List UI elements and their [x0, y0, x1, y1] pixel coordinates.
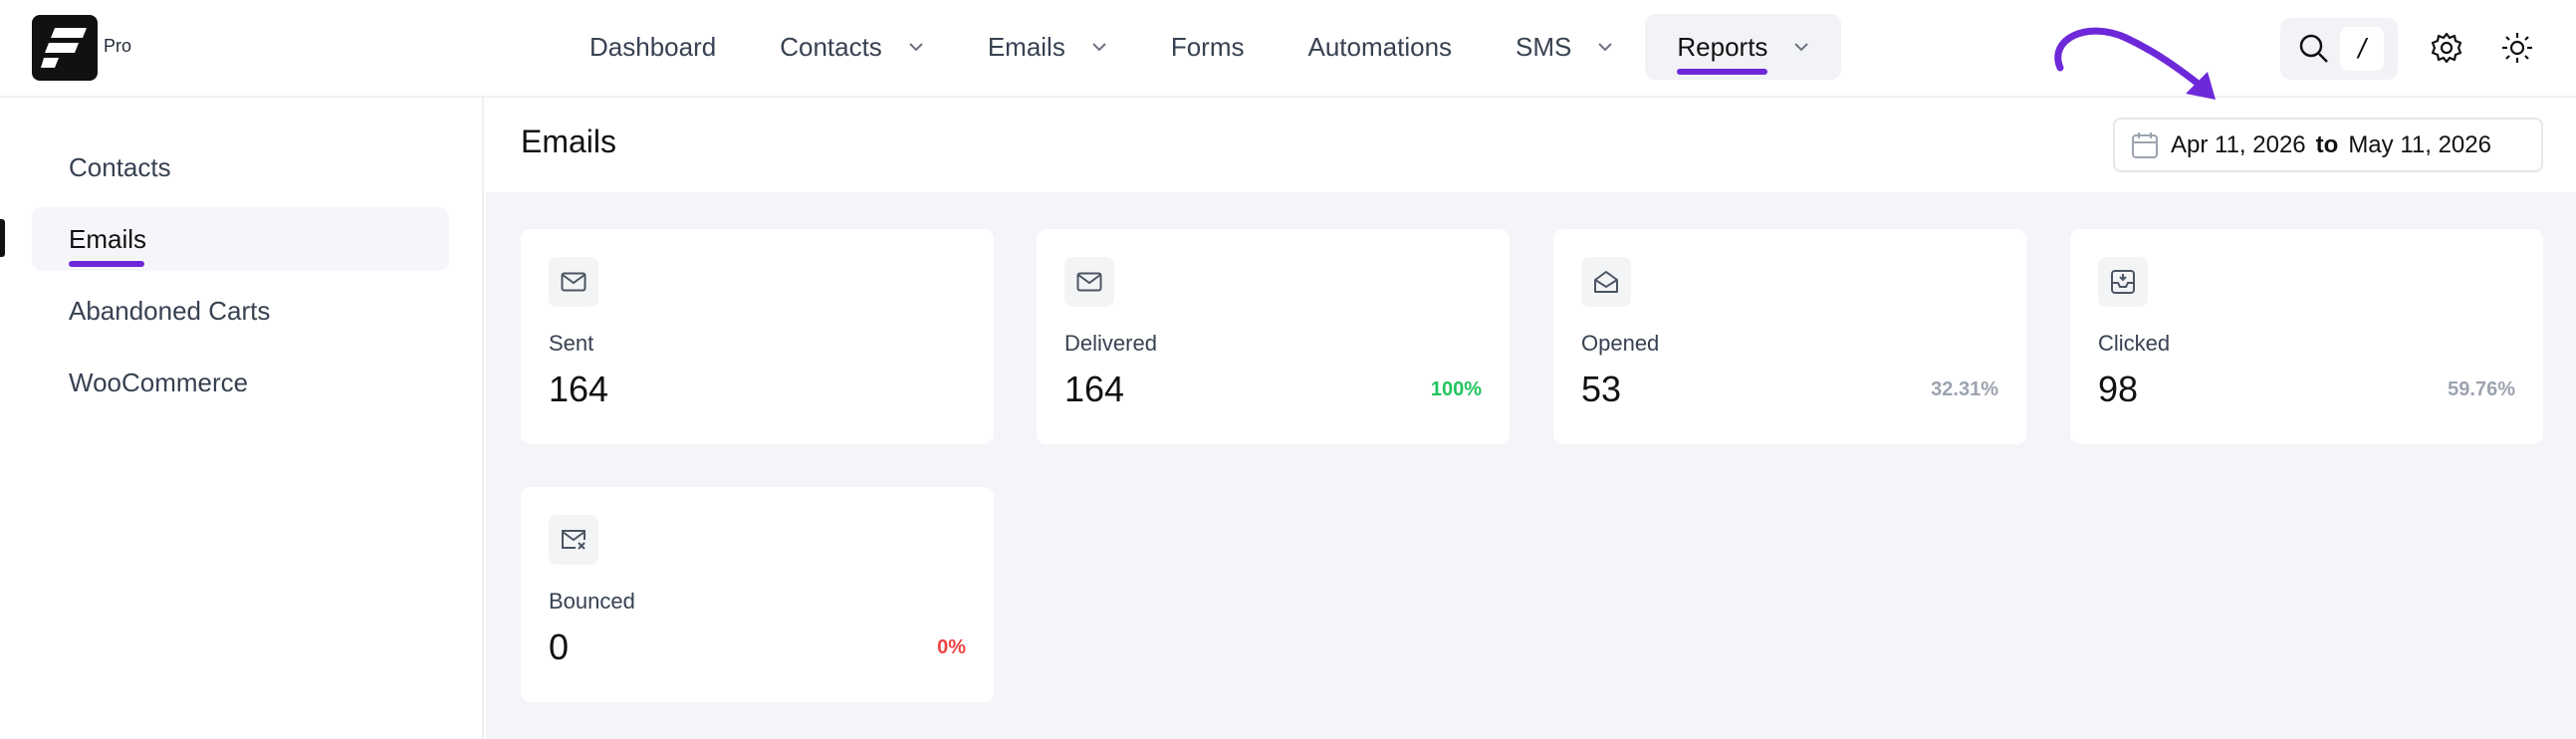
nav-sms[interactable]: SMS — [1484, 14, 1645, 80]
search-box[interactable]: / — [2280, 18, 2398, 80]
nav-label: Dashboard — [589, 31, 717, 62]
pro-badge: Pro — [104, 36, 132, 56]
page-title: Emails — [521, 123, 617, 159]
stat-label: Sent — [549, 331, 594, 356]
inbox-icon — [2098, 257, 2148, 307]
sidebar-item-emails[interactable]: Emails — [32, 207, 449, 271]
date-from: Apr 11, 2026 — [2171, 130, 2306, 158]
stat-value: 0 — [549, 626, 570, 667]
active-indicator — [0, 219, 5, 257]
sidebar-item-contacts[interactable]: Contacts — [32, 135, 449, 199]
main-nav: Dashboard Contacts Emails Forms Automati… — [558, 14, 1842, 80]
nav-contacts[interactable]: Contacts — [748, 14, 956, 80]
content-header: Emails Apr 11, 2026 to May 11, 2026 — [486, 98, 2576, 192]
nav-automations[interactable]: Automations — [1277, 14, 1485, 80]
logo[interactable] — [32, 15, 98, 81]
stat-label: Clicked — [2098, 331, 2171, 356]
sun-icon[interactable] — [2500, 31, 2534, 65]
stat-label: Opened — [1581, 331, 1660, 356]
stat-percent: 32.31% — [1931, 378, 1998, 400]
search-icon[interactable] — [2298, 33, 2330, 65]
stat-percent: 59.76% — [2448, 378, 2515, 400]
stat-card-delivered: Delivered 164 100% — [1037, 229, 1510, 444]
stat-value: 164 — [549, 369, 609, 409]
nav-forms[interactable]: Forms — [1139, 14, 1277, 80]
stat-card-bounced: Bounced 0 0% — [521, 487, 994, 702]
shortcut-key: / — [2340, 27, 2384, 71]
sidebar-item-label: Emails — [69, 223, 147, 267]
calendar-icon — [2132, 131, 2158, 158]
sidebar-item-label: Contacts — [69, 151, 171, 182]
stat-value: 164 — [1064, 369, 1125, 409]
nav-emails[interactable]: Emails — [956, 14, 1139, 80]
stat-value: 98 — [2098, 369, 2139, 409]
nav-label: Contacts — [780, 31, 882, 62]
stat-percent: 0% — [937, 636, 966, 658]
mail-open-icon — [1581, 257, 1631, 307]
date-range-picker[interactable]: Apr 11, 2026 to May 11, 2026 — [2113, 118, 2543, 172]
stat-card-clicked: Clicked 98 59.76% — [2070, 229, 2543, 444]
date-to: May 11, 2026 — [2348, 130, 2491, 158]
stat-card-opened: Opened 53 32.31% — [1553, 229, 2026, 444]
sidebar-item-label: WooCommerce — [69, 367, 249, 397]
nav-label: Reports — [1677, 31, 1768, 75]
nav-reports[interactable]: Reports — [1645, 14, 1842, 80]
chevron-down-icon — [909, 43, 923, 52]
date-separator: to — [2315, 130, 2339, 158]
stat-value: 53 — [1581, 369, 1622, 409]
stat-label: Bounced — [549, 589, 635, 614]
nav-label: SMS — [1516, 31, 1572, 62]
chevron-down-icon — [1092, 43, 1106, 52]
nav-label: Forms — [1170, 31, 1245, 62]
stat-percent: 100% — [1430, 378, 1482, 400]
chevron-down-icon — [1794, 43, 1809, 52]
stat-card-sent: Sent 164 — [521, 229, 994, 444]
chevron-down-icon — [1598, 43, 1613, 52]
sidebar-item-woocommerce[interactable]: WooCommerce — [32, 351, 449, 414]
annotation-arrow — [2054, 27, 2216, 100]
nav-label: Automations — [1307, 31, 1453, 62]
sidebar-item-abandoned-carts[interactable]: Abandoned Carts — [32, 279, 449, 343]
nav-dashboard[interactable]: Dashboard — [558, 14, 748, 80]
main-content: Emails Apr 11, 2026 to May 11, 2026 Sent… — [486, 98, 2576, 739]
gear-icon[interactable] — [2430, 31, 2463, 65]
mail-x-icon — [549, 515, 598, 565]
mail-icon — [549, 257, 598, 307]
stat-label: Delivered — [1064, 331, 1157, 356]
mail-icon — [1064, 257, 1114, 307]
sidebar-item-label: Abandoned Carts — [69, 295, 271, 326]
sidebar: Contacts Emails Abandoned Carts WooComme… — [0, 98, 484, 739]
nav-label: Emails — [987, 31, 1065, 62]
